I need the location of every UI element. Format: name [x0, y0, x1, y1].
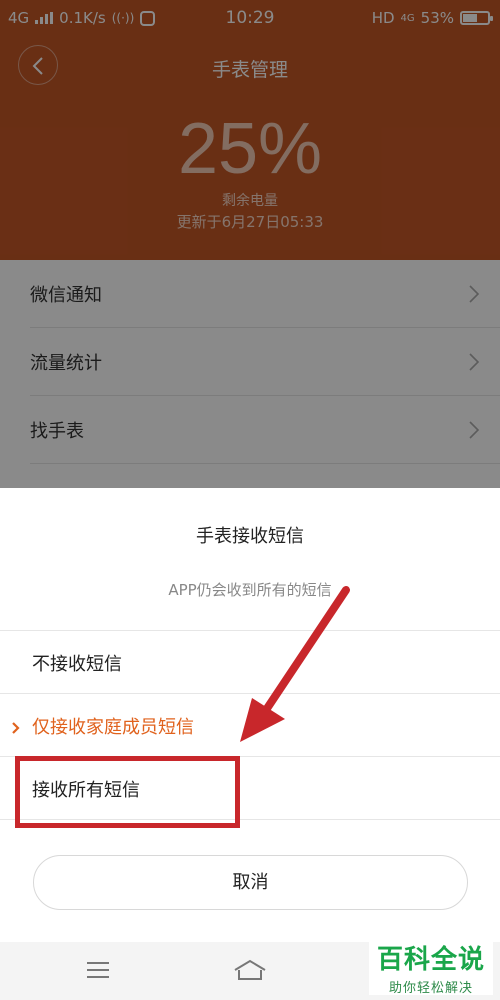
cancel-button[interactable]: 取消: [33, 855, 468, 910]
sms-settings-sheet: 手表接收短信 APP仍会收到所有的短信 不接收短信 仅接收家庭成员短信 接收所有…: [0, 488, 500, 942]
sheet-subtitle: APP仍会收到所有的短信: [168, 581, 332, 599]
selected-chevron-icon: [12, 722, 20, 734]
watermark-title: 百科全说: [376, 945, 485, 975]
watermark-logo: 百科全说 助你轻松解决: [369, 935, 493, 996]
home-icon[interactable]: [233, 958, 267, 982]
option-label: 不接收短信: [32, 654, 122, 675]
option-no-sms[interactable]: 不接收短信: [0, 630, 500, 693]
annotation-highlight-box: [15, 756, 240, 828]
watermark-subtitle: 助你轻松解决: [388, 981, 473, 996]
sheet-title: 手表接收短信: [196, 526, 304, 547]
watch-management-app: 4G 0.1K/s ((·)) 10:29 HD 4G 53% 手表管理 25%…: [0, 0, 500, 1000]
option-label: 仅接收家庭成员短信: [32, 717, 194, 738]
menu-icon[interactable]: [86, 961, 110, 979]
option-family-sms[interactable]: 仅接收家庭成员短信: [0, 693, 500, 756]
